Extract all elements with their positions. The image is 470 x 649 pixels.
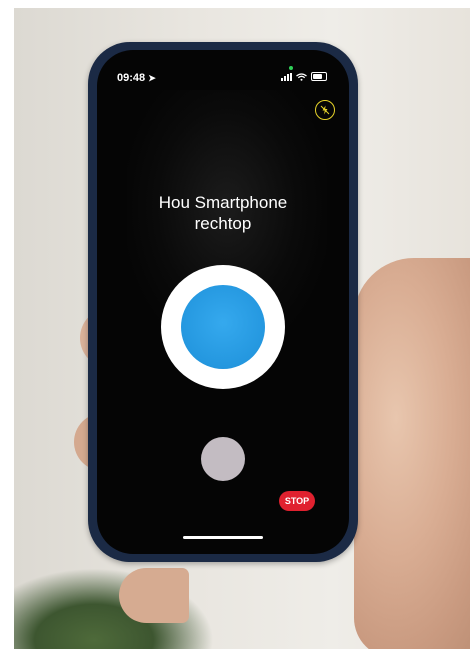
cellular-signal-icon — [281, 72, 292, 81]
flash-toggle-button[interactable] — [315, 100, 335, 120]
location-arrow-icon: ➤ — [148, 73, 156, 83]
hand — [354, 258, 470, 649]
flash-off-icon — [320, 105, 330, 115]
phone-screen: 09:48 ➤ Hou Smartphone rechtop STOP — [97, 50, 349, 554]
status-time: 09:48 ➤ — [117, 72, 156, 84]
wifi-icon — [296, 72, 307, 81]
level-indicator-ring — [161, 265, 285, 389]
thumb — [119, 568, 189, 623]
status-icons — [281, 72, 327, 81]
capture-button[interactable] — [201, 437, 245, 481]
instruction-line-2: rechtop — [194, 214, 252, 233]
instruction-text: Hou Smartphone rechtop — [97, 192, 349, 234]
camera-indicator-icon — [289, 66, 293, 70]
instruction-line-1: Hou Smartphone — [158, 193, 288, 212]
level-indicator-bubble — [181, 285, 265, 369]
home-indicator[interactable] — [183, 536, 263, 539]
battery-icon — [311, 72, 327, 81]
stop-button[interactable]: STOP — [279, 491, 315, 511]
status-time-text: 09:48 — [117, 72, 146, 84]
